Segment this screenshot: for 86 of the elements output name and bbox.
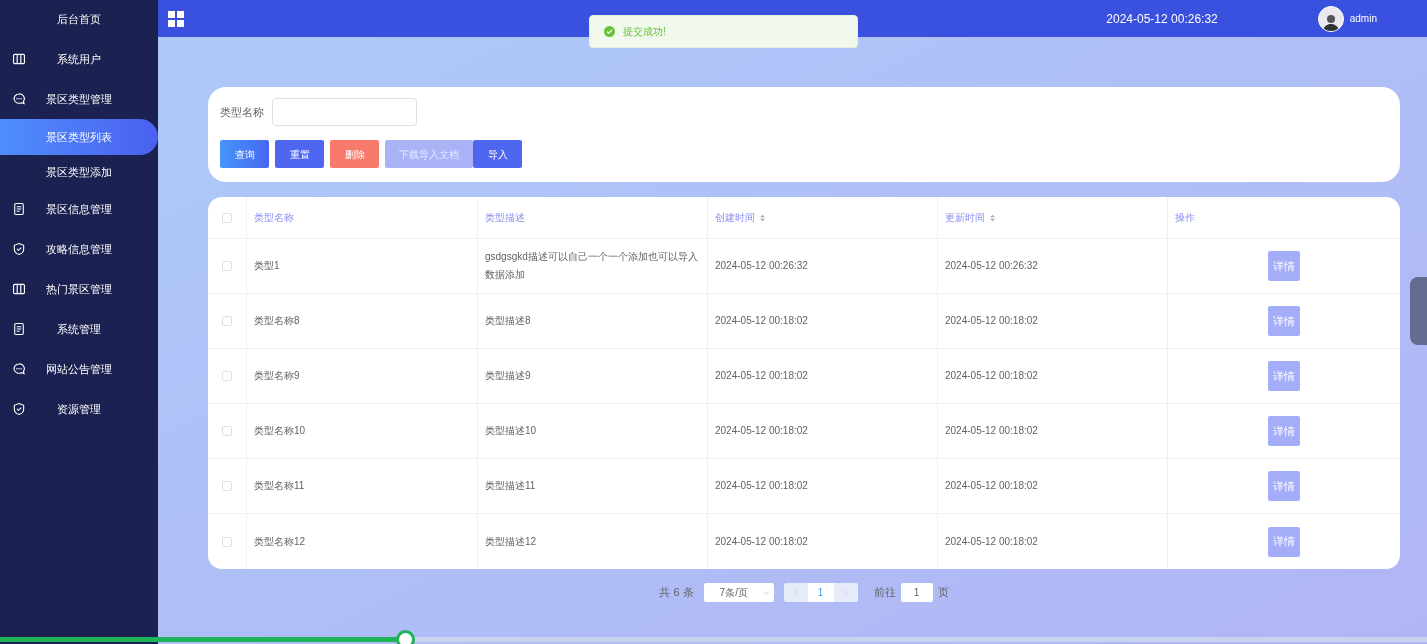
table-cell-text: 2024-05-12 00:18:02 bbox=[945, 314, 1038, 328]
action-button[interactable]: 查询 bbox=[220, 140, 269, 168]
sidebar-item[interactable]: 景区信息管理 bbox=[0, 189, 158, 229]
column-header[interactable]: 创建时间 bbox=[715, 210, 765, 225]
drawer-handle[interactable] bbox=[1410, 277, 1427, 345]
table-cell-text: 2024-05-12 00:18:02 bbox=[715, 534, 808, 549]
table-cell-text: 类型描述9 bbox=[485, 369, 531, 383]
shield-check-icon bbox=[12, 402, 26, 416]
details-button[interactable]: 详情 bbox=[1268, 471, 1300, 501]
table-cell-text: 类型描述11 bbox=[485, 479, 536, 493]
table-cell-text: 2024-05-12 00:18:02 bbox=[945, 369, 1038, 383]
sidebar-item[interactable]: 资源管理 bbox=[0, 389, 158, 429]
table-cell-text: 2024-05-12 00:18:02 bbox=[945, 479, 1038, 493]
user-avatar[interactable] bbox=[1317, 5, 1344, 32]
sort-icon[interactable] bbox=[990, 213, 995, 222]
table-cell-text: 类型描述12 bbox=[485, 534, 537, 549]
page-suffix: 页 bbox=[937, 585, 949, 601]
row-checkbox[interactable] bbox=[222, 316, 232, 326]
sidebar-subitem[interactable]: 景区类型列表 bbox=[0, 119, 158, 155]
details-button[interactable]: 详情 bbox=[1268, 526, 1300, 557]
page-number[interactable]: 1 bbox=[807, 583, 834, 602]
table-cell-text: 2024-05-12 00:18:02 bbox=[945, 424, 1038, 438]
chat-bubble-icon bbox=[12, 92, 26, 106]
sidebar-item[interactable]: 热门景区管理 bbox=[0, 269, 158, 309]
table-cell-text: 类型名称9 bbox=[254, 369, 300, 383]
table-cell-text: 类型名称8 bbox=[254, 314, 300, 328]
sort-icon[interactable] bbox=[760, 213, 765, 222]
table-cell-text: 类型描述8 bbox=[485, 314, 531, 328]
sidebar-item[interactable]: 网站公告管理 bbox=[0, 349, 158, 389]
success-toast: 提交成功! bbox=[589, 15, 858, 48]
video-progress-bar[interactable] bbox=[0, 637, 1427, 642]
table-cell-text: 2024-05-12 00:18:02 bbox=[715, 424, 808, 438]
action-button[interactable]: 导入 bbox=[473, 140, 522, 168]
sidebar-item[interactable]: 攻略信息管理 bbox=[0, 229, 158, 269]
row-checkbox[interactable] bbox=[222, 426, 232, 436]
next-page-button[interactable] bbox=[833, 583, 858, 602]
document-icon bbox=[12, 202, 26, 216]
column-header[interactable]: 更新时间 bbox=[945, 210, 995, 225]
columns-icon bbox=[12, 52, 26, 66]
details-button[interactable]: 详情 bbox=[1268, 416, 1300, 446]
sidebar-item[interactable]: 系统用户 bbox=[0, 39, 158, 79]
check-circle-icon bbox=[604, 26, 615, 37]
table-cell-text: 2024-05-12 00:26:32 bbox=[715, 259, 808, 273]
user-name: admin bbox=[1349, 12, 1377, 26]
sidebar-item[interactable]: 景区类型管理 bbox=[0, 79, 158, 119]
sidebar-subitem[interactable]: 景区类型添加 bbox=[0, 155, 158, 189]
row-checkbox[interactable] bbox=[222, 212, 232, 223]
action-button[interactable]: 重置 bbox=[275, 140, 324, 168]
table-cell-text: 类型1 bbox=[254, 259, 280, 273]
goto-label: 前往 bbox=[873, 585, 896, 601]
field-label: 类型名称 bbox=[220, 104, 264, 120]
previous-page-button[interactable] bbox=[783, 583, 808, 602]
chat-bubble-icon bbox=[12, 362, 26, 376]
table-cell-text: 2024-05-12 00:18:02 bbox=[715, 369, 808, 383]
details-button[interactable]: 详情 bbox=[1268, 306, 1300, 336]
total-count: 共 6 条 bbox=[659, 585, 694, 601]
details-button[interactable]: 详情 bbox=[1268, 251, 1300, 281]
page-size-select[interactable]: 7条/页 bbox=[703, 583, 774, 602]
search-field[interactable] bbox=[272, 98, 417, 126]
header-datetime: 2024-05-12 00:26:32 bbox=[1106, 10, 1218, 28]
column-header[interactable]: 操作 bbox=[1175, 210, 1195, 225]
table-cell-text: 类型名称10 bbox=[254, 424, 306, 438]
table-cell-text: 类型描述10 bbox=[485, 424, 537, 438]
row-checkbox[interactable] bbox=[222, 371, 232, 381]
table-cell-text: 2024-05-12 00:18:02 bbox=[715, 314, 808, 328]
table-cell-text: 2024-05-12 00:18:02 bbox=[945, 534, 1038, 549]
columns-icon bbox=[12, 282, 26, 296]
details-button[interactable]: 详情 bbox=[1268, 361, 1300, 391]
row-checkbox[interactable] bbox=[222, 536, 232, 547]
table-cell-text: 2024-05-12 00:18:02 bbox=[715, 479, 808, 493]
sidebar-home-link[interactable]: 后台首页 bbox=[0, 0, 158, 39]
table-cell-text: 类型名称12 bbox=[254, 534, 306, 549]
page-jump-field[interactable]: 1 bbox=[900, 583, 933, 602]
row-checkbox[interactable] bbox=[222, 261, 232, 271]
table-cell-text: gsdgsgkd描述可以自己一个一个添加也可以导入数据添加 bbox=[485, 250, 699, 282]
action-button[interactable]: 删除 bbox=[330, 140, 379, 168]
document-icon bbox=[12, 322, 26, 336]
table-cell-text: 类型名称11 bbox=[254, 479, 305, 493]
column-header[interactable]: 类型描述 bbox=[485, 210, 525, 225]
shield-check-icon bbox=[12, 242, 26, 256]
sidebar-item[interactable]: 系统管理 bbox=[0, 309, 158, 349]
row-checkbox[interactable] bbox=[222, 481, 232, 491]
grid-menu-icon[interactable] bbox=[168, 10, 184, 27]
chevron-down-icon bbox=[762, 590, 770, 595]
column-header[interactable]: 类型名称 bbox=[254, 210, 294, 225]
table-cell-text: 2024-05-12 00:26:32 bbox=[945, 259, 1038, 273]
